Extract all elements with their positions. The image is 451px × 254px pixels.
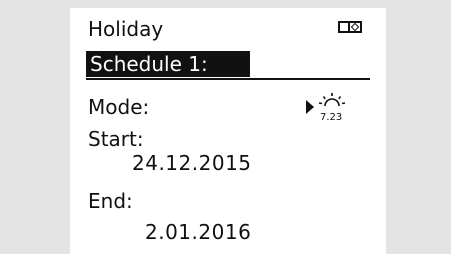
battery-symbol (350, 23, 360, 31)
mode-label: Mode: (88, 95, 150, 119)
end-date[interactable]: 2.01.2016 (145, 220, 251, 244)
holiday-sun-calendar-icon[interactable]: 7.23 (317, 92, 347, 122)
schedule-selector[interactable]: Schedule 1: (86, 51, 250, 77)
mode-icon-date: 7.23 (320, 112, 342, 122)
mode-arrow-icon[interactable] (306, 100, 314, 114)
lcd-screen: Holiday Schedule 1: Mode: 7.23 Start: 24… (70, 8, 386, 254)
start-label: Start: (88, 127, 144, 151)
header-divider (86, 78, 370, 80)
battery-cell (340, 23, 350, 31)
start-date[interactable]: 24.12.2015 (132, 151, 252, 175)
battery-icon (338, 21, 362, 33)
end-label: End: (88, 189, 133, 213)
screen-title: Holiday (88, 17, 164, 41)
